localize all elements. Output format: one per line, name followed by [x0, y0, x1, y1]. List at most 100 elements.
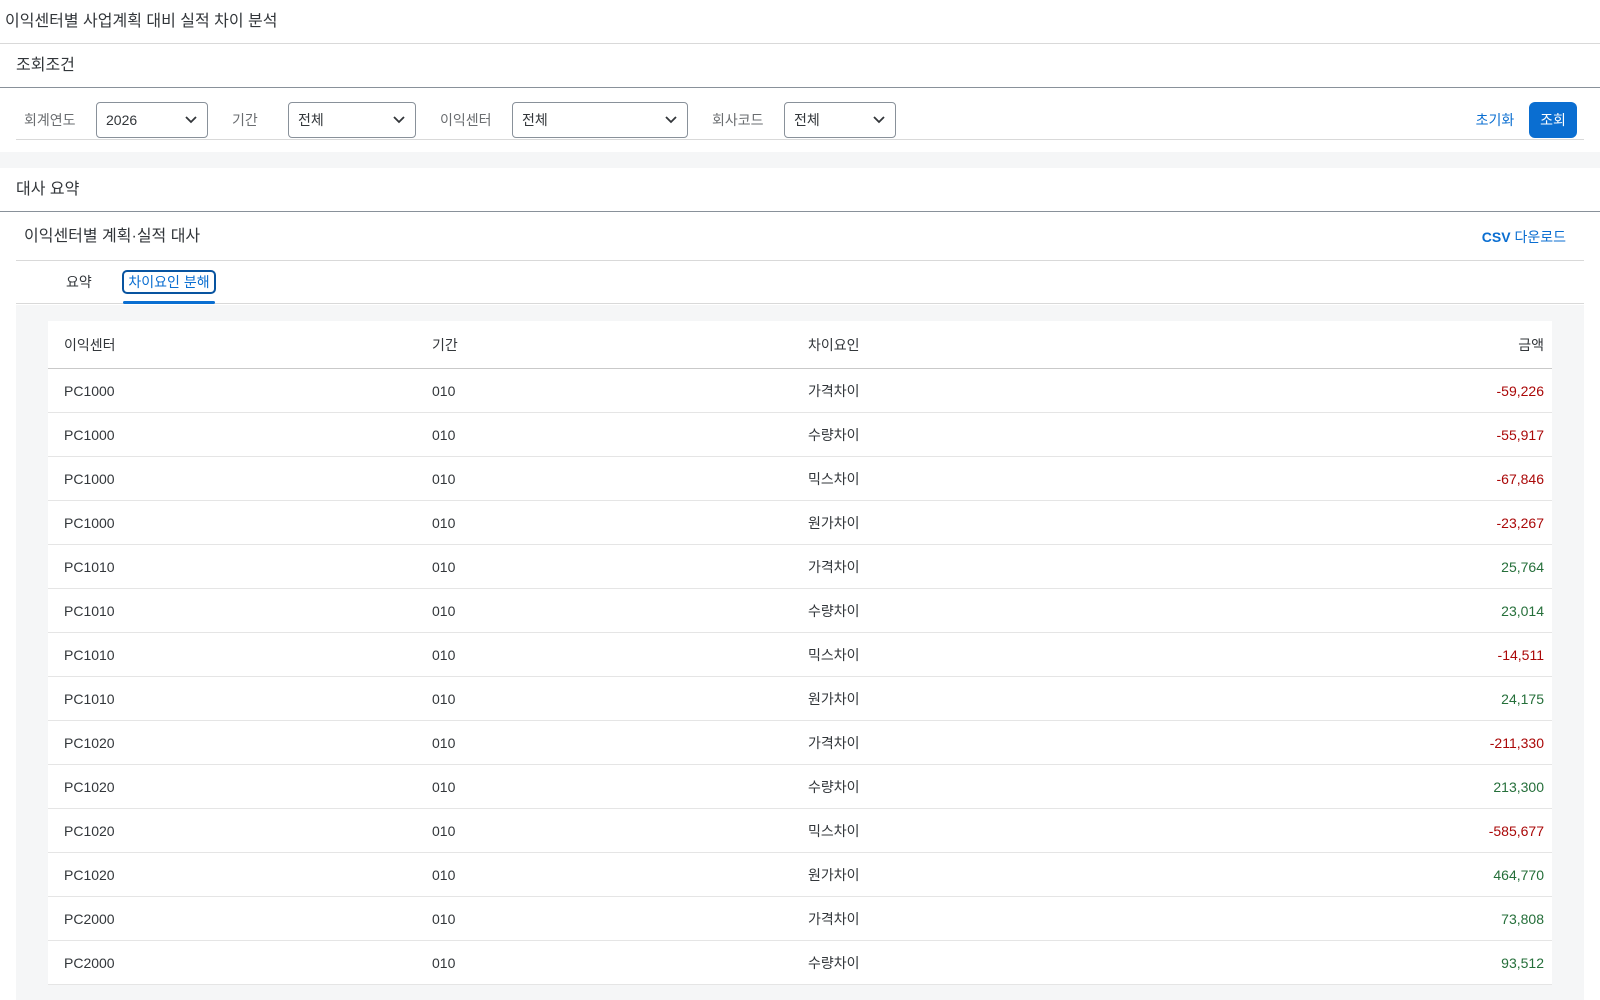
chevron-down-icon	[393, 116, 405, 124]
cell-period: 010	[432, 823, 456, 839]
cell-variance-factor: 원가차이	[808, 515, 860, 531]
cell-profit-center: PC1020	[64, 735, 115, 751]
company-code-label: 회사코드	[712, 112, 764, 128]
cell-amount: -585,677	[1488, 823, 1544, 839]
cell-variance-factor: 수량차이	[808, 779, 860, 795]
cell-variance-factor: 수량차이	[808, 955, 860, 971]
cell-amount: -67,846	[1496, 471, 1544, 487]
cell-amount: 23,014	[1501, 603, 1544, 619]
summary-panel-title: 대사 요약	[0, 168, 1600, 212]
column-header-amount[interactable]: 금액	[1518, 321, 1544, 369]
cell-amount: -23,267	[1496, 515, 1544, 531]
period-value: 전체	[298, 112, 324, 128]
cell-variance-factor: 믹스차이	[808, 471, 860, 487]
page-title: 이익센터별 사업계획 대비 실적 차이 분석	[0, 0, 1600, 44]
cell-amount: -55,917	[1496, 427, 1544, 443]
cell-period: 010	[432, 471, 456, 487]
table-row[interactable]: PC1020 010 원가차이 464,770	[48, 853, 1552, 897]
cell-profit-center: PC1010	[64, 603, 115, 619]
cell-amount: 93,512	[1501, 955, 1544, 971]
active-tab-indicator	[123, 301, 215, 304]
table-row[interactable]: PC1010 010 원가차이 24,175	[48, 677, 1552, 721]
tab-summary[interactable]: 요약	[66, 262, 92, 304]
tab-variance-breakdown[interactable]: 차이요인 분해	[122, 262, 216, 304]
cell-variance-factor: 가격차이	[808, 559, 860, 575]
table-row[interactable]: PC1010 010 믹스차이 -14,511	[48, 633, 1552, 677]
chevron-down-icon	[665, 116, 677, 124]
table-row[interactable]: PC1000 010 수량차이 -55,917	[48, 413, 1552, 457]
company-code-select[interactable]: 전체	[784, 102, 896, 138]
cell-period: 010	[432, 647, 456, 663]
cell-amount: 25,764	[1501, 559, 1544, 575]
cell-amount: -59,226	[1496, 383, 1544, 399]
period-select[interactable]: 전체	[288, 102, 416, 138]
table-row[interactable]: PC1010 010 수량차이 23,014	[48, 589, 1552, 633]
cell-profit-center: PC1010	[64, 691, 115, 707]
cell-amount: 464,770	[1493, 867, 1544, 883]
fiscal-year-select[interactable]: 2026	[96, 102, 208, 138]
table-row[interactable]: PC1020 010 수량차이 213,300	[48, 765, 1552, 809]
cell-variance-factor: 원가차이	[808, 867, 860, 883]
cell-period: 010	[432, 691, 456, 707]
search-button[interactable]: 조회	[1529, 102, 1577, 138]
tab-bar: 요약 차이요인 분해	[16, 262, 1584, 304]
tab-summary-label: 요약	[66, 274, 92, 290]
download-label: 다운로드	[1514, 229, 1566, 245]
cell-variance-factor: 수량차이	[808, 603, 860, 619]
profit-center-select[interactable]: 전체	[512, 102, 688, 138]
cell-period: 010	[432, 559, 456, 575]
cell-profit-center: PC1020	[64, 867, 115, 883]
cell-variance-factor: 믹스차이	[808, 647, 860, 663]
fiscal-year-label: 회계연도	[24, 112, 76, 128]
column-header-profit-center[interactable]: 이익센터	[64, 321, 116, 369]
table-row[interactable]: PC2000 010 가격차이 73,808	[48, 897, 1552, 941]
cell-variance-factor: 가격차이	[808, 383, 860, 399]
column-header-variance-factor[interactable]: 차이요인	[808, 321, 860, 369]
profit-center-value: 전체	[522, 112, 548, 128]
tab-variance-breakdown-label: 차이요인 분해	[122, 270, 216, 294]
filter-panel: 조회조건 회계연도 2026 기간 전체 이익센터 전체 회사코드 전체 초기화…	[0, 44, 1600, 152]
cell-amount: -14,511	[1497, 647, 1544, 663]
profit-center-label: 이익센터	[440, 112, 492, 128]
cell-period: 010	[432, 515, 456, 531]
chevron-down-icon	[185, 116, 197, 124]
table-container: 이익센터 기간 차이요인 금액 PC1000 010 가격차이 -59,226 PC10…	[16, 305, 1584, 1000]
table-title: 이익센터별 계획·실적 대사	[24, 228, 201, 245]
cell-amount: -211,330	[1489, 735, 1544, 751]
csv-label: CSV	[1481, 229, 1511, 245]
csv-download-button[interactable]: CSV 다운로드	[1482, 213, 1566, 261]
table-row[interactable]: PC1000 010 가격차이 -59,226	[48, 369, 1552, 413]
cell-period: 010	[432, 955, 456, 971]
cell-profit-center: PC1020	[64, 823, 115, 839]
table-row[interactable]: PC1010 010 가격차이 25,764	[48, 545, 1552, 589]
column-header-period[interactable]: 기간	[432, 321, 458, 369]
cell-profit-center: PC2000	[64, 955, 115, 971]
cell-period: 010	[432, 779, 456, 795]
period-label: 기간	[232, 112, 258, 128]
cell-period: 010	[432, 867, 456, 883]
table-row[interactable]: PC1000 010 원가차이 -23,267	[48, 501, 1552, 545]
cell-variance-factor: 원가차이	[808, 691, 860, 707]
cell-period: 010	[432, 911, 456, 927]
table-row[interactable]: PC2000 010 수량차이 93,512	[48, 941, 1552, 985]
table-row[interactable]: PC1000 010 믹스차이 -67,846	[48, 457, 1552, 501]
cell-variance-factor: 수량차이	[808, 427, 860, 443]
table-toolbar: 이익센터별 계획·실적 대사 CSV 다운로드	[16, 213, 1584, 261]
variance-table: 이익센터 기간 차이요인 금액 PC1000 010 가격차이 -59,226 PC10…	[48, 321, 1552, 985]
cell-variance-factor: 믹스차이	[808, 823, 860, 839]
reset-button[interactable]: 초기화	[1453, 102, 1537, 138]
cell-period: 010	[432, 735, 456, 751]
cell-period: 010	[432, 383, 456, 399]
cell-profit-center: PC1000	[64, 427, 115, 443]
cell-profit-center: PC1020	[64, 779, 115, 795]
cell-amount: 213,300	[1493, 779, 1544, 795]
filter-bar: 회계연도 2026 기간 전체 이익센터 전체 회사코드 전체 초기화 조회	[16, 102, 1584, 140]
table-row[interactable]: PC1020 010 믹스차이 -585,677	[48, 809, 1552, 853]
cell-amount: 24,175	[1501, 691, 1544, 707]
cell-variance-factor: 가격차이	[808, 735, 860, 751]
cell-profit-center: PC1010	[64, 647, 115, 663]
fiscal-year-value: 2026	[106, 112, 138, 128]
table-row[interactable]: PC1020 010 가격차이 -211,330	[48, 721, 1552, 765]
cell-profit-center: PC1000	[64, 383, 115, 399]
cell-amount: 73,808	[1501, 911, 1544, 927]
